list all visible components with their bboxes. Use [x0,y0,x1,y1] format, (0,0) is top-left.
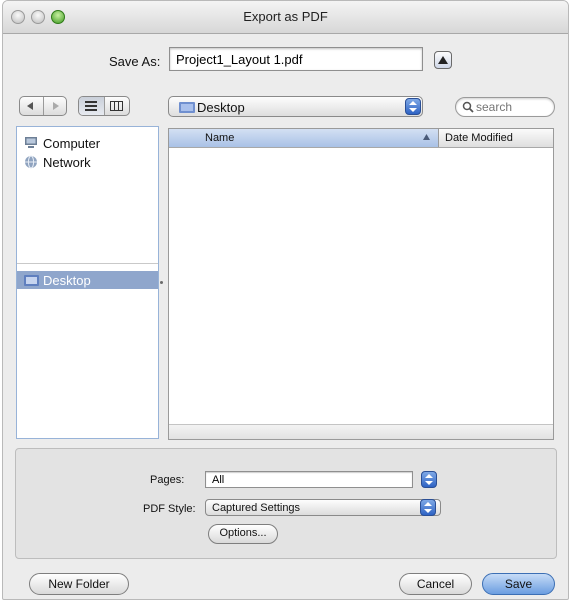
file-browser: Name Date Modified [168,128,554,440]
pages-stepper[interactable] [421,471,437,488]
window-title: Export as PDF [243,9,328,24]
save-as-label: Save As: [109,54,161,69]
desktop-folder-icon [179,102,195,113]
pdf-style-value: Captured Settings [212,502,301,514]
desktop-folder-icon [23,273,39,287]
pdf-style-popup[interactable]: Captured Settings [205,499,441,516]
cancel-button[interactable]: Cancel [399,573,472,595]
options-button[interactable]: Options... [208,524,278,544]
expand-collapse-button[interactable] [434,51,452,69]
forward-button[interactable] [42,97,67,115]
computer-icon [23,136,39,150]
pages-field[interactable] [205,471,413,488]
sidebar-item-label: Network [43,154,91,170]
save-button[interactable]: Save [482,573,555,595]
export-pdf-dialog: Export as PDF Save As: Desktop [2,0,569,600]
sidebar-item-label: Computer [43,135,101,151]
forward-arrow-icon [52,102,59,110]
location-label: Desktop [197,100,245,115]
triangle-up-icon [438,56,448,64]
search-icon [462,101,474,113]
column-header-date-modified[interactable]: Date Modified [445,132,513,144]
search-input[interactable] [476,100,550,114]
sidebar-item-network[interactable]: Network [23,154,91,170]
sidebar-item-desktop[interactable]: Desktop [17,271,158,289]
sidebar-resize-handle[interactable] [160,281,163,284]
back-forward-control [19,96,67,116]
horizontal-scrollbar[interactable] [169,424,553,439]
list-view-icon [85,101,98,111]
sidebar-item-label: Desktop [43,272,91,288]
title-bar: Export as PDF [3,1,568,34]
sidebar-item-computer[interactable]: Computer [23,135,100,151]
popup-arrows-icon [405,98,421,115]
view-mode-control [78,96,130,116]
column-view-button[interactable] [103,97,130,115]
column-view-icon [110,101,124,111]
column-header-label: Name [205,132,235,144]
pages-label: Pages: [150,474,185,486]
sidebar-divider [17,263,158,264]
new-folder-button[interactable]: New Folder [29,573,129,595]
location-popup[interactable]: Desktop [168,96,423,117]
search-field[interactable] [455,97,555,117]
back-arrow-icon [27,102,34,110]
column-header-name[interactable]: Name [169,129,439,147]
pdf-options-panel: Pages: PDF Style: Captured Settings Opti… [15,448,557,559]
column-header-row: Name Date Modified [169,129,553,148]
network-icon [23,155,39,169]
back-button[interactable] [20,97,43,115]
sort-ascending-icon [423,134,430,140]
list-view-button[interactable] [79,97,104,115]
save-as-field[interactable] [169,47,423,71]
popup-arrows-icon [420,499,436,516]
pdf-style-label: PDF Style: [143,503,196,515]
sidebar: Computer Network Desktop [16,126,159,439]
popup-arrows-icon [425,474,433,485]
